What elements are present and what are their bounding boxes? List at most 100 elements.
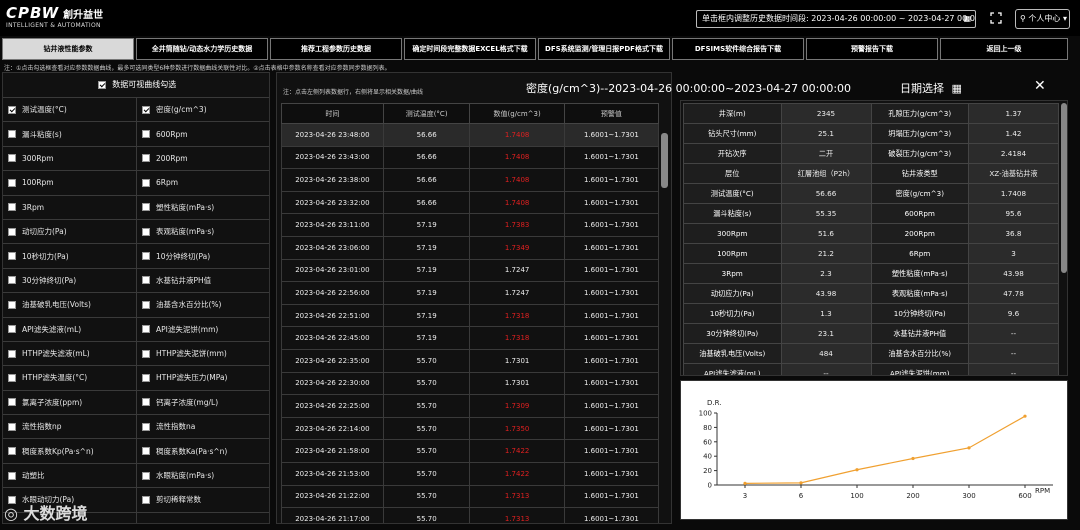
table-row[interactable]: 2023-04-26 21:58:00 55.70 1.7422 1.6001~1.7… [281,439,660,463]
curve-option[interactable]: 氯离子浓度(ppm) [3,390,137,415]
curve-option[interactable] [137,513,269,523]
table-row[interactable]: 2023-04-26 21:22:00 55.70 1.7313 1.6001~1.7… [281,484,660,509]
detail-key[interactable]: 10秒切力(Pa) [683,303,782,324]
option-checkbox[interactable] [8,227,16,236]
option-checkbox[interactable] [8,154,16,163]
detail-key[interactable]: 600Rpm [870,203,969,224]
detail-key[interactable]: 6Rpm [870,243,969,264]
option-checkbox[interactable] [142,422,150,431]
option-checkbox[interactable] [8,203,16,212]
curve-option[interactable]: 200Rpm [137,147,269,170]
table-row[interactable]: 2023-04-26 23:11:00 57.19 1.7383 1.6001~1.7… [281,213,660,237]
detail-key[interactable]: 钻头尺寸(mm) [683,123,782,144]
curve-option[interactable]: 水基钻井液PH值 [137,269,269,292]
option-checkbox[interactable] [142,398,150,407]
curve-option[interactable]: 测试温度(°C) [3,98,137,122]
curve-option[interactable]: 100Rpm [3,171,137,195]
curve-option[interactable]: HTHP滤失压力(MPa) [137,366,269,389]
col-temp[interactable]: 测试温度(°C) [382,103,471,124]
option-checkbox[interactable] [8,276,16,285]
detail-key[interactable]: 塑性粘度(mPa·s) [870,263,969,284]
option-checkbox[interactable] [8,130,16,139]
detail-key[interactable]: 漏斗粘度(s) [683,203,782,224]
curve-option[interactable]: 30分钟终切(Pa) [3,268,137,293]
curve-option[interactable]: 密度(g/cm^3) [137,98,269,121]
detail-key[interactable]: 开钻次序 [683,143,782,164]
scroll-thumb[interactable] [661,133,668,188]
tab-hydraulics-history[interactable]: 全井筒随钻/动态水力学历史数据 [136,38,268,60]
option-checkbox[interactable] [142,471,150,480]
option-checkbox[interactable] [142,154,150,163]
table-row[interactable]: 2023-04-26 23:32:00 56.66 1.7408 1.6001~1.7… [281,190,660,215]
option-checkbox[interactable] [8,422,16,431]
tab-pdf-download[interactable]: DFS系统监测/管理日报PDF格式下载 [538,38,670,60]
table-row[interactable]: 2023-04-26 22:25:00 55.70 1.7309 1.6001~1.7… [281,394,660,418]
option-checkbox[interactable] [142,105,150,114]
option-checkbox[interactable] [142,495,150,504]
detail-key[interactable]: 表观粘度(mPa·s) [870,283,969,304]
detail-key[interactable]: API滤失滤液(mL) [683,363,782,375]
detail-key[interactable]: 钻井液类型 [870,163,969,184]
curve-option[interactable]: 300Rpm [3,146,137,171]
option-checkbox[interactable] [142,325,150,334]
table-row[interactable]: 2023-04-26 22:56:00 57.19 1.7247 1.6001~1.7… [281,281,660,305]
curve-option[interactable]: 钙离子浓度(mg/L) [137,391,269,414]
detail-key[interactable]: 密度(g/cm^3) [870,183,969,204]
detail-key[interactable]: 3Rpm [683,263,782,284]
curve-option[interactable]: 表观粘度(mPa·s) [137,220,269,243]
fullscreen-icon[interactable] [990,12,1002,24]
tab-report-download[interactable]: DFSIMS软件综合报告下载 [672,38,804,60]
curve-option[interactable]: 水眼粘度(mPa·s) [137,464,269,487]
curve-option[interactable]: 10分钟终切(Pa) [137,244,269,267]
detail-key[interactable]: 100Rpm [683,243,782,264]
tab-back[interactable]: 返回上一级 [940,38,1068,60]
tab-excel-download[interactable]: 确定时间段完整数据EXCEL格式下载 [404,38,536,60]
curve-option[interactable]: 600Rpm [137,122,269,145]
date-picker-button[interactable]: 日期选择 ▦ [900,80,962,96]
option-checkbox[interactable] [142,178,150,187]
curve-option[interactable]: HTHP滤失泥饼(mm) [137,342,269,365]
detail-key[interactable]: 水基钻井液PH值 [870,323,969,344]
option-checkbox[interactable] [8,178,16,187]
detail-key[interactable]: 10分钟终切(Pa) [870,303,969,324]
option-checkbox[interactable] [142,300,150,309]
table-row[interactable]: 2023-04-26 21:53:00 55.70 1.7422 1.6001~1.7… [281,461,660,486]
curve-option[interactable]: 3Rpm [3,195,137,219]
select-all-checkbox[interactable] [97,80,106,89]
detail-key[interactable]: 油基含水百分比(%) [870,343,969,364]
option-checkbox[interactable] [8,373,16,382]
option-checkbox[interactable] [8,105,16,114]
col-value[interactable]: 数值(g/cm^3) [469,103,565,124]
curve-option[interactable]: 10秒切力(Pa) [3,244,137,268]
option-checkbox[interactable] [142,227,150,236]
detail-key[interactable]: 300Rpm [683,223,782,244]
table-row[interactable]: 2023-04-26 23:01:00 57.19 1.7247 1.6001~1.7… [281,258,660,283]
option-checkbox[interactable] [142,373,150,382]
curve-option[interactable]: API滤失滤液(mL) [3,317,137,341]
tab-engineering-params[interactable]: 推荐工程参数历史数据 [270,38,402,60]
option-checkbox[interactable] [8,349,16,358]
curve-option[interactable]: 流性指数np [3,415,137,439]
detail-key[interactable]: API滤失泥饼(mm) [870,363,969,375]
option-checkbox[interactable] [8,447,16,456]
curve-option[interactable]: 稠度系数Ka(Pa·s^n) [137,439,269,462]
tab-warning-report[interactable]: 预警报告下载 [806,38,938,60]
table-row[interactable]: 2023-04-26 22:30:00 55.70 1.7301 1.6001~1.7… [281,371,660,396]
option-checkbox[interactable] [8,325,16,334]
user-center-button[interactable]: ⚲ 个人中心 ▾ [1015,9,1070,29]
option-checkbox[interactable] [142,349,150,358]
option-checkbox[interactable] [142,252,150,261]
detail-key[interactable]: 200Rpm [870,223,969,244]
tab-fluid-params[interactable]: 钻井液性能参数 [2,38,134,60]
detail-key[interactable]: 破裂压力(g/cm^3) [870,143,969,164]
curve-option[interactable]: 油基破乳电压(Volts) [3,293,137,317]
scroll-thumb[interactable] [1061,103,1067,273]
table-row[interactable]: 2023-04-26 23:43:00 56.66 1.7408 1.6001~1.7… [281,145,660,170]
curve-option[interactable]: 动切应力(Pa) [3,219,137,244]
curve-option[interactable]: 漏斗粘度(s) [3,122,137,146]
detail-key[interactable]: 层位 [683,163,782,184]
option-checkbox[interactable] [142,276,150,285]
detail-key[interactable]: 孔隙压力(g/cm^3) [870,103,969,124]
option-checkbox[interactable] [8,252,16,261]
option-checkbox[interactable] [142,447,150,456]
